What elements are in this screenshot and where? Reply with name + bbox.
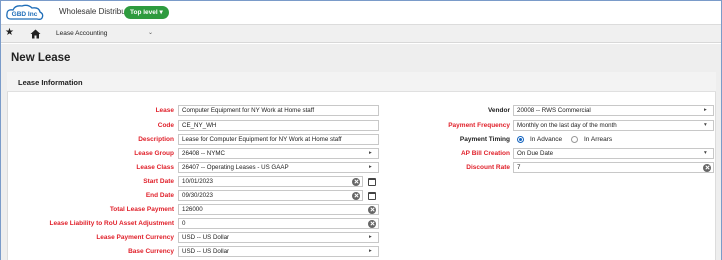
chevron-down-icon[interactable]: ▾ <box>704 150 707 156</box>
code-input[interactable]: CE_NY_WH <box>178 120 379 131</box>
chevron-right-icon[interactable]: ▸ <box>369 234 372 240</box>
chevron-down-icon: ▾ <box>159 9 163 16</box>
clear-icon[interactable] <box>368 219 376 228</box>
payment-frequency-select[interactable]: Monthly on the last day of the month <box>513 120 714 131</box>
payment-timing-label: Payment Timing <box>459 136 510 143</box>
lease-input[interactable]: Computer Equipment for NY Work at Home s… <box>178 105 379 116</box>
chevron-down-icon[interactable]: ▾ <box>704 122 707 128</box>
top-level-button[interactable]: Top level ▾ <box>124 6 169 19</box>
start-date-input[interactable]: 10/01/2023 <box>178 176 363 187</box>
in-advance-radio[interactable] <box>517 136 524 143</box>
lease-label: Lease <box>155 107 174 114</box>
end-date-input[interactable]: 09/30/2023 <box>178 190 363 201</box>
description-label: Description <box>138 136 174 143</box>
nav-module-label[interactable]: Lease Accounting <box>56 30 107 37</box>
code-label: Code <box>157 122 174 129</box>
base-currency-label: Base Currency <box>128 248 174 255</box>
discount-rate-label: Discount Rate <box>466 164 510 171</box>
description-input[interactable]: Lease for Computer Equipment for NY Work… <box>178 134 379 145</box>
discount-rate-input[interactable]: 7 <box>513 162 714 173</box>
vendor-label: Vendor <box>487 107 510 114</box>
page-title: New Lease <box>11 52 71 64</box>
base-currency-select[interactable]: USD -- US Dollar <box>178 246 379 257</box>
in-advance-label[interactable]: In Advance <box>530 136 562 143</box>
lease-liability-adjustment-input[interactable]: 0 <box>178 218 379 229</box>
clear-icon[interactable] <box>703 163 711 172</box>
clear-icon[interactable] <box>352 191 360 200</box>
calendar-icon[interactable] <box>368 177 376 186</box>
chevron-right-icon[interactable]: ▸ <box>369 248 372 254</box>
nav-bar: ★ Lease Accounting ⌄ <box>1 25 721 43</box>
lease-payment-currency-label: Lease Payment Currency <box>96 234 174 241</box>
ap-bill-creation-label: AP Bill Creation <box>460 150 510 157</box>
clear-icon[interactable] <box>352 177 360 186</box>
top-level-label: Top level <box>130 9 158 16</box>
total-lease-payment-label: Total Lease Payment <box>109 206 174 213</box>
payment-frequency-label: Payment Frequency <box>448 122 510 129</box>
lease-payment-currency-select[interactable]: USD -- US Dollar <box>178 232 379 243</box>
lease-class-label: Lease Class <box>136 164 174 171</box>
clear-icon[interactable] <box>368 205 376 214</box>
home-icon[interactable] <box>30 29 41 39</box>
chevron-down-icon[interactable]: ⌄ <box>148 29 153 36</box>
calendar-icon[interactable] <box>368 191 376 200</box>
ap-bill-creation-select[interactable]: On Due Date <box>513 148 714 159</box>
section-title: Lease Information <box>18 78 83 87</box>
start-date-label: Start Date <box>143 178 174 185</box>
in-arrears-radio[interactable] <box>571 136 578 143</box>
star-icon[interactable]: ★ <box>5 27 14 38</box>
end-date-label: End Date <box>145 192 174 199</box>
lease-liability-adjustment-label: Lease Liability to RoU Asset Adjustment <box>49 220 174 227</box>
total-lease-payment-input[interactable]: 126000 <box>178 204 379 215</box>
lease-group-select[interactable]: 26408 -- NYMC <box>178 148 379 159</box>
lease-class-select[interactable]: 26407 -- Operating Leases - US GAAP <box>178 162 379 173</box>
company-logo[interactable]: GBD Inc <box>5 4 45 22</box>
chevron-right-icon[interactable]: ▸ <box>704 107 707 113</box>
logo-text: GBD Inc <box>12 11 38 18</box>
card-header <box>7 72 716 92</box>
top-bar: GBD Inc Wholesale Distribution Top level… <box>1 1 721 25</box>
vendor-select[interactable]: 20008 -- RWS Commercial <box>513 105 714 116</box>
in-arrears-label[interactable]: In Arrears <box>584 136 612 143</box>
lease-group-label: Lease Group <box>134 150 174 157</box>
